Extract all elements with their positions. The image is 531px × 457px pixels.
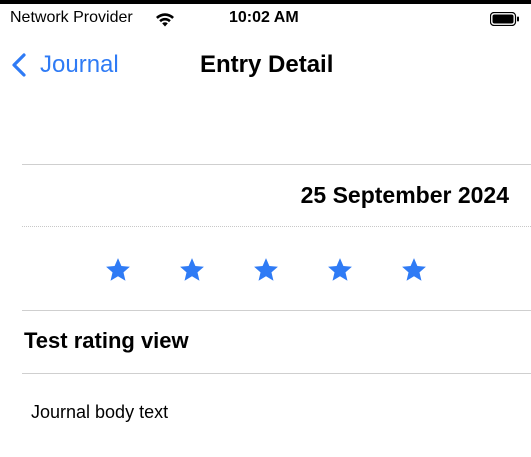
star-icon[interactable]	[178, 256, 206, 284]
status-bar: Network Provider 10:02 AM	[0, 4, 531, 32]
star-icon[interactable]	[252, 256, 280, 284]
entry-title: Test rating view	[24, 328, 189, 353]
star-icon[interactable]	[400, 256, 428, 284]
back-button-label: Journal	[40, 51, 119, 78]
star-icon[interactable]	[104, 256, 132, 284]
battery-icon	[490, 12, 519, 26]
separator	[22, 226, 531, 227]
entry-body: Journal body text	[31, 402, 169, 422]
title-row: Test rating view	[22, 311, 531, 373]
body-row: Journal body text	[22, 374, 531, 454]
star-icon[interactable]	[326, 256, 354, 284]
rating-view	[0, 228, 531, 310]
date-row: 25 September 2024	[22, 165, 531, 225]
wifi-icon	[156, 13, 174, 27]
entry-date: 25 September 2024	[300, 182, 509, 208]
status-time: 10:02 AM	[229, 9, 299, 26]
navigation-bar: Journal Entry Detail	[0, 36, 531, 92]
back-button[interactable]: Journal	[10, 50, 119, 80]
chevron-left-icon	[12, 53, 26, 77]
carrier-name: Network Provider	[10, 9, 133, 26]
page-title: Entry Detail	[200, 51, 334, 78]
